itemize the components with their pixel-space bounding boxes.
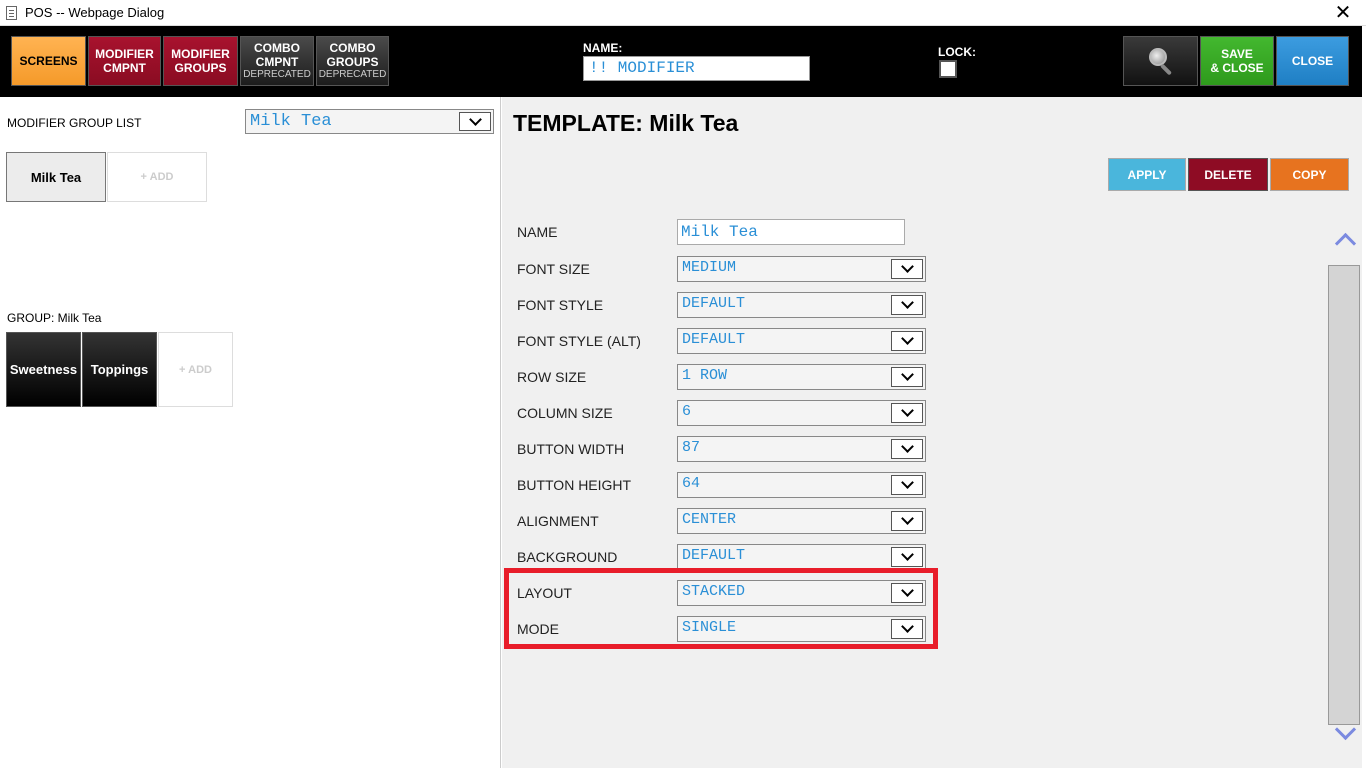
modifier-group-select-value: Milk Tea <box>250 112 332 131</box>
mode-value: SINGLE <box>682 619 737 636</box>
title-bar: POS -- Webpage Dialog ✕ <box>0 0 1366 26</box>
font-size-value: MEDIUM <box>682 259 737 276</box>
group-tile-toppings[interactable]: Toppings <box>82 332 157 407</box>
lock-label: LOCK: <box>938 45 976 59</box>
layout-value: STACKED <box>682 583 746 600</box>
layout-select[interactable]: STACKED <box>677 580 926 606</box>
template-tile-milk-tea[interactable]: Milk Tea <box>6 152 106 202</box>
field-label-alignment: ALIGNMENT <box>517 513 599 529</box>
combo-cmpnt-line2: CMPNT <box>255 55 299 69</box>
field-label-font-style-alt: FONT STYLE (ALT) <box>517 333 641 349</box>
save-close-line2: & CLOSE <box>1210 61 1264 75</box>
document-icon <box>6 6 17 20</box>
delete-button[interactable]: DELETE <box>1188 158 1268 191</box>
search-button[interactable] <box>1123 36 1198 86</box>
chevron-down-icon[interactable] <box>891 511 923 531</box>
combo-groups-button[interactable]: COMBO GROUPS DEPRECATED <box>316 36 389 86</box>
group-tile-sweetness[interactable]: Sweetness <box>6 332 81 407</box>
screen-name-input[interactable]: !! MODIFIER <box>583 56 810 81</box>
alignment-select[interactable]: CENTER <box>677 508 926 534</box>
name-field[interactable]: Milk Tea <box>677 219 905 245</box>
field-label-button-height: BUTTON HEIGHT <box>517 477 632 493</box>
template-title: TEMPLATE: Milk Tea <box>513 110 739 136</box>
save-close-line1: SAVE <box>1221 47 1253 61</box>
chevron-down-icon[interactable] <box>459 112 491 131</box>
screens-button[interactable]: SCREENS <box>11 36 86 86</box>
modifier-groups-line1: MODIFIER <box>171 47 230 61</box>
button-height-value: 64 <box>682 475 701 492</box>
combo-groups-deprecated: DEPRECATED <box>318 69 387 80</box>
background-value: DEFAULT <box>682 547 746 564</box>
left-panel: MODIFIER GROUP LIST Milk Tea Milk Tea + … <box>0 97 501 768</box>
modifier-cmpnt-line2: CMPNT <box>103 61 146 75</box>
button-height-select[interactable]: 64 <box>677 472 926 498</box>
copy-button[interactable]: COPY <box>1270 158 1349 191</box>
field-label-name: NAME <box>517 224 558 240</box>
group-label: GROUP: Milk Tea <box>7 311 102 325</box>
add-template-button[interactable]: + ADD <box>107 152 207 202</box>
right-panel: TEMPLATE: Milk Tea APPLY DELETE COPY NAM… <box>502 97 1362 768</box>
screens-label: SCREENS <box>19 54 78 68</box>
dialog-window: POS -- Webpage Dialog ✕ SCREENS MODIFIER… <box>0 0 1366 768</box>
column-size-select[interactable]: 6 <box>677 400 926 426</box>
combo-cmpnt-deprecated: DEPRECATED <box>243 69 311 80</box>
close-label: CLOSE <box>1291 54 1334 68</box>
close-button[interactable]: CLOSE <box>1276 36 1349 86</box>
font-style-value: DEFAULT <box>682 295 746 312</box>
font-size-select[interactable]: MEDIUM <box>677 256 926 282</box>
chevron-down-icon[interactable] <box>891 367 923 387</box>
row-size-value: 1 ROW <box>682 367 728 384</box>
font-style-select[interactable]: DEFAULT <box>677 292 926 318</box>
field-label-column-size: COLUMN SIZE <box>517 405 613 421</box>
font-style-alt-select[interactable]: DEFAULT <box>677 328 926 354</box>
add-group-button[interactable]: + ADD <box>158 332 233 407</box>
modifier-cmpnt-line1: MODIFIER <box>95 47 154 61</box>
chevron-down-icon[interactable] <box>891 331 923 351</box>
chevron-down-icon[interactable] <box>891 295 923 315</box>
field-label-font-size: FONT SIZE <box>517 261 590 277</box>
field-label-layout: LAYOUT <box>517 585 572 601</box>
field-label-button-width: BUTTON WIDTH <box>517 441 625 457</box>
apply-button[interactable]: APPLY <box>1108 158 1186 191</box>
modifier-cmpnt-button[interactable]: MODIFIER CMPNT <box>88 36 161 86</box>
chevron-down-icon[interactable] <box>891 619 923 639</box>
scrollbar[interactable] <box>1328 219 1362 749</box>
background-select[interactable]: DEFAULT <box>677 544 926 570</box>
mode-select[interactable]: SINGLE <box>677 616 926 642</box>
row-size-select[interactable]: 1 ROW <box>677 364 926 390</box>
field-label-font-style: FONT STYLE <box>517 297 604 313</box>
field-label-mode: MODE <box>517 621 559 637</box>
modifier-groups-line2: GROUPS <box>174 61 227 75</box>
scroll-down-icon[interactable] <box>1333 722 1357 742</box>
scroll-up-icon[interactable] <box>1333 229 1357 249</box>
field-label-row-size: ROW SIZE <box>517 369 587 385</box>
name-label: NAME: <box>583 41 623 55</box>
window-close-button[interactable]: ✕ <box>1328 2 1358 24</box>
chevron-down-icon[interactable] <box>891 583 923 603</box>
modifier-groups-button[interactable]: MODIFIER GROUPS <box>163 36 238 86</box>
lock-checkbox[interactable] <box>939 60 957 78</box>
alignment-value: CENTER <box>682 511 737 528</box>
modifier-group-select[interactable]: Milk Tea <box>245 109 494 134</box>
scroll-thumb[interactable] <box>1328 265 1360 725</box>
window-title: POS -- Webpage Dialog <box>25 5 165 20</box>
font-style-alt-value: DEFAULT <box>682 331 746 348</box>
combo-cmpnt-button[interactable]: COMBO CMPNT DEPRECATED <box>240 36 314 86</box>
magnifier-icon <box>1146 46 1176 76</box>
field-label-background: BACKGROUND <box>517 549 618 565</box>
button-width-value: 87 <box>682 439 701 456</box>
chevron-down-icon[interactable] <box>891 547 923 567</box>
modifier-group-list-label: MODIFIER GROUP LIST <box>7 116 142 130</box>
combo-groups-line2: GROUPS <box>326 55 379 69</box>
chevron-down-icon[interactable] <box>891 439 923 459</box>
chevron-down-icon[interactable] <box>891 403 923 423</box>
column-size-value: 6 <box>682 403 692 420</box>
chevron-down-icon[interactable] <box>891 475 923 495</box>
combo-cmpnt-line1: COMBO <box>254 41 300 55</box>
button-width-select[interactable]: 87 <box>677 436 926 462</box>
save-close-button[interactable]: SAVE & CLOSE <box>1200 36 1274 86</box>
combo-groups-line1: COMBO <box>329 41 376 55</box>
toolbar: SCREENS MODIFIER CMPNT MODIFIER GROUPS C… <box>0 26 1362 97</box>
chevron-down-icon[interactable] <box>891 259 923 279</box>
